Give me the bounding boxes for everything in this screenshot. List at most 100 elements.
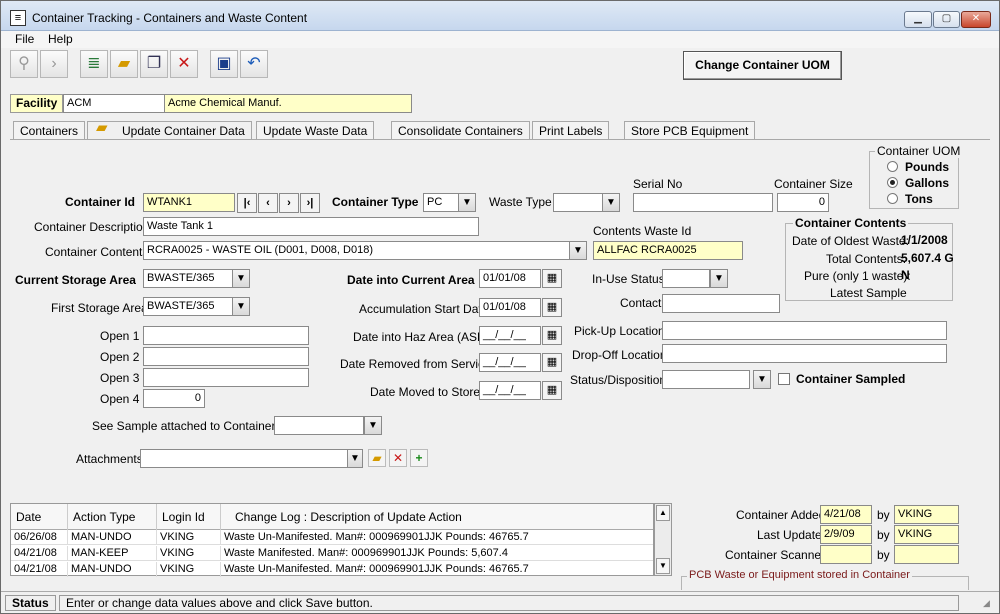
change-container-uom-button[interactable]: Change Container UOM — [683, 51, 842, 80]
in-use-status-field[interactable] — [662, 269, 710, 288]
tab-store-pcb-equipment[interactable]: Store PCB Equipment — [624, 121, 756, 140]
date-current-area-field[interactable]: 01/01/08 — [479, 269, 541, 288]
by-label: by — [877, 548, 890, 562]
date-moved-label: Date Moved to Stores — [370, 385, 487, 399]
dropoff-location-field[interactable] — [662, 344, 947, 363]
first-record-button[interactable]: |‹ — [237, 193, 257, 213]
container-contents-field[interactable]: RCRA0025 - WASTE OIL (D001, D008, D018) — [143, 241, 570, 260]
attachments-label: Attachments — [76, 452, 143, 466]
container-id-label: Container Id — [65, 195, 136, 209]
menu-file[interactable]: File — [15, 32, 34, 46]
open3-field[interactable] — [143, 368, 309, 387]
calendar-icon[interactable]: ▦ — [542, 353, 562, 372]
container-added-by: VKING — [894, 505, 959, 524]
container-description-field[interactable]: Waste Tank 1 — [143, 217, 479, 236]
container-id-field[interactable]: WTANK1 — [143, 193, 235, 212]
latest-sample-label[interactable]: Latest Sample — [830, 286, 907, 300]
next-record-button[interactable]: › — [279, 193, 299, 213]
add-attachment-icon[interactable]: + — [410, 449, 428, 467]
column-header[interactable]: Date — [11, 504, 68, 530]
open2-field[interactable] — [143, 347, 309, 366]
table-row[interactable]: 04/21/08 MAN-KEEP VKING Waste Manifested… — [11, 546, 653, 561]
open4-field[interactable]: 0 — [143, 389, 205, 408]
undo-icon[interactable]: ↶ — [240, 50, 268, 78]
open-attachment-icon[interactable]: ▰ — [368, 449, 386, 467]
last-record-button[interactable]: ›| — [300, 193, 320, 213]
tab-label: Update Container Data — [122, 124, 245, 138]
facility-code-field[interactable]: ACM — [63, 94, 165, 113]
tab-containers[interactable]: Containers — [13, 121, 86, 140]
see-sample-field[interactable] — [274, 416, 364, 435]
close-button[interactable]: ✕ — [961, 11, 991, 28]
serial-no-field[interactable] — [633, 193, 773, 212]
open1-field[interactable] — [143, 326, 309, 345]
container-size-field[interactable]: 0 — [777, 193, 829, 212]
scroll-down-icon[interactable]: ▼ — [656, 558, 670, 574]
see-sample-dropdown-icon[interactable]: ▼ — [364, 416, 382, 435]
calendar-icon[interactable]: ▦ — [542, 381, 562, 400]
cell-date: 04/21/08 — [11, 546, 68, 561]
current-storage-dropdown-icon[interactable]: ▼ — [232, 269, 250, 288]
date-haz-area-field[interactable]: __/__/__ — [479, 326, 541, 345]
status-disposition-dropdown-icon[interactable]: ▼ — [753, 370, 771, 389]
uom-radio-gallons[interactable] — [887, 177, 898, 188]
next-icon[interactable]: › — [40, 50, 68, 78]
cell-description: Waste Un-Manifested. Man#: 000969901JJK … — [224, 563, 529, 575]
contents-waste-id-label: Contents Waste Id — [593, 224, 692, 238]
date-haz-area-label: Date into Haz Area (ASD) — [353, 330, 490, 344]
maximize-button[interactable]: ▢ — [933, 11, 960, 28]
contact-field[interactable] — [662, 294, 780, 313]
window-title: Container Tracking - Containers and Wast… — [32, 11, 308, 25]
current-storage-area-field[interactable]: BWASTE/365 — [143, 269, 233, 288]
open-folder-icon: ▰ — [96, 119, 108, 136]
container-added-date: 4/21/08 — [820, 505, 872, 524]
binoculars-icon[interactable]: ⚲ — [10, 50, 38, 78]
column-header[interactable]: Login Id — [157, 504, 221, 530]
in-use-status-label: In-Use Status — [592, 272, 665, 286]
table-row[interactable]: 04/21/08 MAN-UNDO VKING Waste Un-Manifes… — [11, 562, 653, 577]
resize-grip-icon[interactable]: ◢ — [983, 598, 990, 609]
container-sampled-checkbox[interactable] — [778, 373, 790, 385]
status-disposition-field[interactable] — [662, 370, 750, 389]
database-icon[interactable]: ≣ — [80, 50, 108, 78]
tab-update-waste-data[interactable]: Update Waste Data — [256, 121, 375, 140]
pickup-location-field[interactable] — [662, 321, 947, 340]
first-storage-area-field[interactable]: BWASTE/365 — [143, 297, 233, 316]
accumulation-start-label: Accumulation Start Date — [359, 302, 489, 316]
tab-consolidate-containers[interactable]: Consolidate Containers — [391, 121, 530, 140]
save-icon[interactable]: ▣ — [210, 50, 238, 78]
first-storage-dropdown-icon[interactable]: ▼ — [232, 297, 250, 316]
date-removed-field[interactable]: __/__/__ — [479, 353, 541, 372]
cell-login-id: VKING — [157, 546, 221, 561]
attachments-dropdown-icon[interactable]: ▼ — [347, 449, 363, 468]
in-use-dropdown-icon[interactable]: ▼ — [710, 269, 728, 288]
date-moved-field[interactable]: __/__/__ — [479, 381, 541, 400]
column-header[interactable]: Action Type — [68, 504, 157, 530]
uom-radio-pounds[interactable] — [887, 161, 898, 172]
calendar-icon[interactable]: ▦ — [542, 269, 562, 288]
delete-icon[interactable]: ✕ — [170, 50, 198, 78]
table-row[interactable]: 06/26/08 MAN-UNDO VKING Waste Un-Manifes… — [11, 530, 653, 545]
minimize-button[interactable]: ▁ — [904, 11, 932, 28]
copy-icon[interactable]: ❐ — [140, 50, 168, 78]
container-type-dropdown-icon[interactable]: ▼ — [458, 193, 476, 212]
attachments-field[interactable] — [140, 449, 348, 468]
log-scrollbar[interactable]: ▲ ▼ — [654, 503, 672, 576]
scroll-up-icon[interactable]: ▲ — [656, 505, 670, 521]
uom-gallons-label: Gallons — [905, 176, 950, 190]
column-header[interactable]: Change Log : Description of Update Actio… — [221, 504, 653, 530]
contents-dropdown-icon[interactable]: ▼ — [569, 241, 587, 260]
accumulation-start-field[interactable]: 01/01/08 — [479, 298, 541, 317]
container-type-field[interactable]: PC — [423, 193, 459, 212]
waste-type-dropdown-icon[interactable]: ▼ — [602, 193, 620, 212]
prev-record-button[interactable]: ‹ — [258, 193, 278, 213]
open-folder-icon[interactable]: ▰ — [110, 50, 138, 78]
delete-attachment-icon[interactable]: ✕ — [389, 449, 407, 467]
tab-print-labels[interactable]: Print Labels — [532, 121, 610, 140]
uom-radio-tons[interactable] — [887, 193, 898, 204]
calendar-icon[interactable]: ▦ — [542, 298, 562, 317]
waste-type-field[interactable] — [553, 193, 603, 212]
tab-update-container-data[interactable]: ▰ Update Container Data — [87, 119, 252, 140]
calendar-icon[interactable]: ▦ — [542, 326, 562, 345]
menu-help[interactable]: Help — [48, 32, 73, 46]
